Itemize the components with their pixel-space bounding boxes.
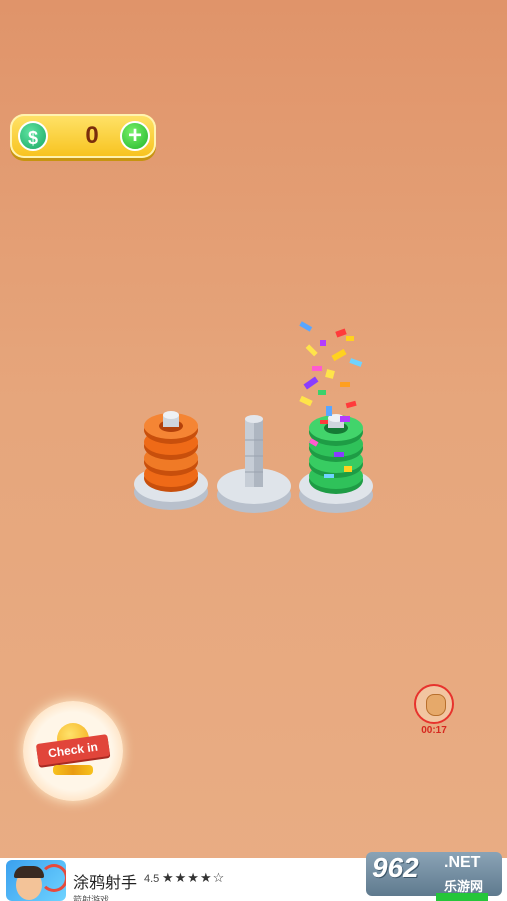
check-in-label: Check in xyxy=(35,734,111,766)
install-button-edge[interactable] xyxy=(436,893,488,901)
reward-timer: 00:17 xyxy=(421,725,447,736)
reward-bag-button[interactable] xyxy=(414,684,454,724)
watermark-number: 962 xyxy=(372,852,419,883)
peg-1[interactable] xyxy=(134,411,208,510)
ad-subtitle: 箭射游戏 xyxy=(73,895,110,901)
ad-app-icon xyxy=(6,860,66,901)
site-watermark: 962 .NET 乐游网 xyxy=(366,852,502,896)
money-bag-icon xyxy=(426,694,446,716)
ad-title: 涂鸦射手 xyxy=(73,875,138,892)
ad-rating: 4.5 xyxy=(144,873,160,885)
coin-pile-icon xyxy=(53,765,93,775)
peg-2[interactable] xyxy=(217,415,291,513)
peg-3[interactable] xyxy=(299,414,373,513)
star-rating-icon: ★★★★☆ xyxy=(162,870,226,885)
check-in-button[interactable]: Check in xyxy=(23,701,123,801)
watermark-net: .NET xyxy=(444,854,481,871)
